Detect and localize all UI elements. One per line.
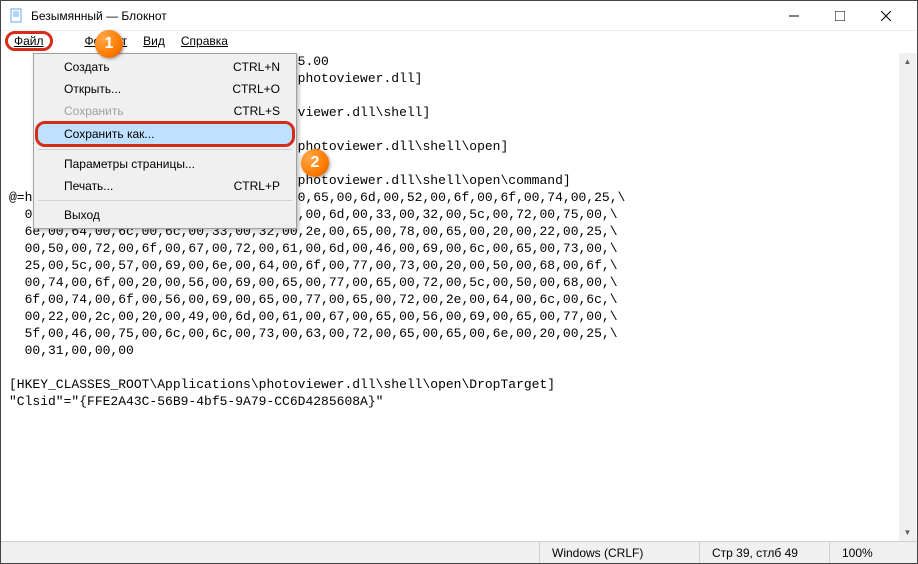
maximize-button[interactable] — [817, 1, 863, 31]
notepad-icon — [9, 8, 25, 24]
scrollbar-vertical[interactable]: ▲ ▼ — [899, 53, 916, 541]
statusbar: Windows (CRLF) Стр 39, стлб 49 100% — [1, 541, 917, 563]
file-menu-dropdown: Создать CTRL+N Открыть... CTRL+O Сохрани… — [33, 53, 297, 229]
menu-item-open[interactable]: Открыть... CTRL+O — [36, 78, 294, 100]
menu-separator — [38, 149, 292, 150]
menu-item-label: Параметры страницы... — [64, 157, 195, 171]
menu-item-shortcut: CTRL+O — [232, 82, 280, 96]
status-spacer — [1, 542, 539, 563]
scroll-down-arrow-icon[interactable]: ▼ — [899, 524, 916, 541]
menu-item-label: Создать — [64, 60, 110, 74]
menubar: Файл Формат Вид Справка — [1, 31, 917, 51]
minimize-button[interactable] — [771, 1, 817, 31]
menu-item-exit[interactable]: Выход — [36, 204, 294, 226]
scroll-up-arrow-icon[interactable]: ▲ — [899, 53, 916, 70]
menu-item-label: Открыть... — [64, 82, 121, 96]
menu-item-save-as[interactable]: Сохранить как... — [35, 121, 295, 147]
status-cursor-position: Стр 39, стлб 49 — [699, 542, 829, 563]
menu-help[interactable]: Справка — [173, 33, 236, 49]
window-title: Безымянный — Блокнот — [31, 9, 167, 23]
menu-item-label: Сохранить — [64, 104, 124, 118]
menu-item-save[interactable]: Сохранить CTRL+S — [36, 100, 294, 122]
menu-file[interactable]: Файл — [5, 31, 53, 51]
annotation-callout-1: 1 — [95, 30, 123, 58]
titlebar: Безымянный — Блокнот — [1, 1, 917, 31]
menu-view[interactable]: Вид — [135, 33, 173, 49]
menu-item-shortcut: CTRL+P — [234, 179, 280, 193]
menu-item-shortcut: CTRL+N — [233, 60, 280, 74]
menu-item-label: Печать... — [64, 179, 113, 193]
menu-item-shortcut: CTRL+S — [234, 104, 280, 118]
close-button[interactable] — [863, 1, 909, 31]
annotation-callout-2: 2 — [301, 149, 329, 177]
menu-item-label: Выход — [64, 208, 100, 222]
menu-item-page-setup[interactable]: Параметры страницы... — [36, 153, 294, 175]
menu-separator — [38, 200, 292, 201]
menu-item-print[interactable]: Печать... CTRL+P — [36, 175, 294, 197]
status-zoom: 100% — [829, 542, 917, 563]
menu-item-label: Сохранить как... — [64, 127, 154, 141]
menu-item-new[interactable]: Создать CTRL+N — [36, 56, 294, 78]
status-encoding: Windows (CRLF) — [539, 542, 699, 563]
